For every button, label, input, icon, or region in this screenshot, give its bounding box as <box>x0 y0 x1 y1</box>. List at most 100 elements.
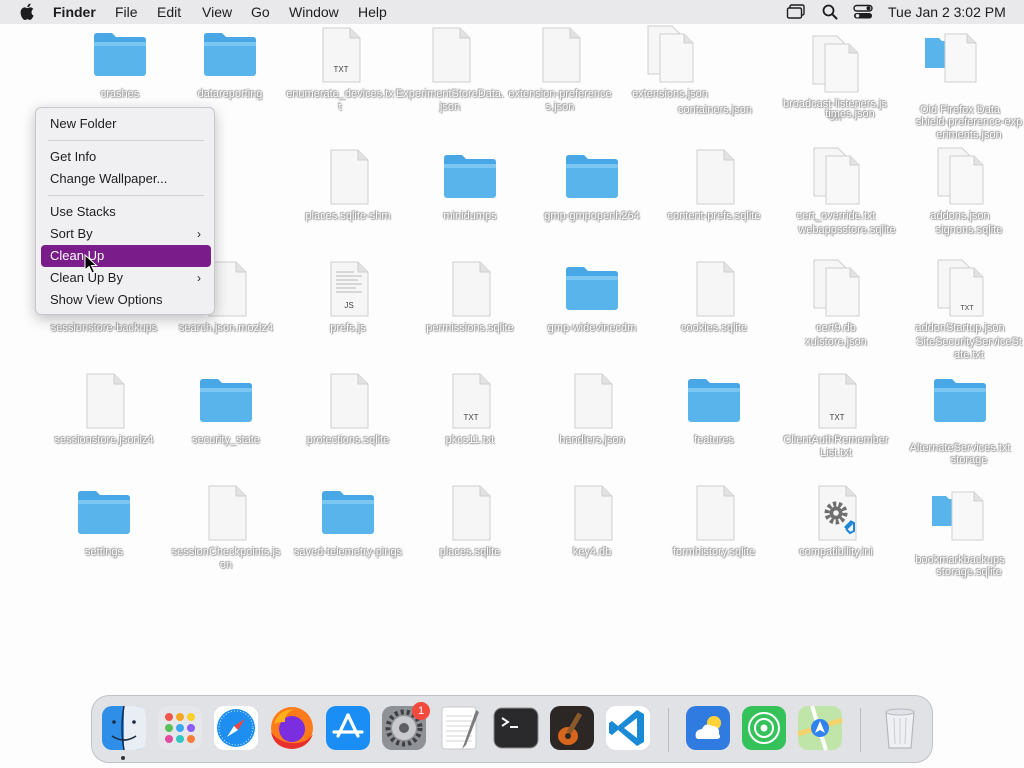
desktop-item-enumerate-devices[interactable]: TXT enumerate_devices.txt <box>285 24 395 118</box>
desktop-item-gmp-gmpopenh264[interactable]: gmp-gmpopenh264 <box>537 146 647 240</box>
item-label: times.json <box>825 108 875 120</box>
garageband-icon[interactable] <box>548 704 596 752</box>
menu-view[interactable]: View <box>202 4 232 20</box>
menu-bar-clock[interactable]: Tue Jan 2 3:02 PM <box>888 4 1006 20</box>
menu-item-get-info[interactable]: Get Info <box>41 146 211 168</box>
document-icon <box>420 24 480 84</box>
desktop-item-minidumps[interactable]: minidumps <box>415 146 525 226</box>
trash-icon[interactable] <box>876 704 924 752</box>
desktop-item-site-security-service-state[interactable]: SiteSecurityServiceState.txt <box>914 272 1024 366</box>
app-store-icon[interactable] <box>324 704 372 752</box>
desktop-item-places-sqlite-shm[interactable]: places.sqlite-shm <box>293 146 403 226</box>
safari-icon[interactable] <box>212 704 260 752</box>
item-label: protections.sqlite <box>306 434 390 446</box>
spotlight-search-icon[interactable] <box>821 3 839 21</box>
finder-icon[interactable] <box>100 704 148 752</box>
menu-item-change-wallpaper[interactable]: Change Wallpaper... <box>41 168 211 190</box>
item-label: containers.json <box>678 104 752 116</box>
desktop-item-key4-db[interactable]: key4.db <box>537 482 647 562</box>
apple-menu-icon[interactable] <box>20 3 34 20</box>
visual-studio-code-icon[interactable] <box>604 704 652 752</box>
desktop-item-handlers[interactable]: handlers.json <box>537 370 647 450</box>
find-my-icon[interactable] <box>740 704 788 752</box>
menu-file[interactable]: File <box>115 4 138 20</box>
menu-finder[interactable]: Finder <box>53 4 96 20</box>
desktop-item-formhistory[interactable]: formhistory.sqlite <box>659 482 769 562</box>
desktop-item-content-prefs[interactable]: content-prefs.sqlite <box>659 146 769 240</box>
menu-item-clean-up[interactable]: Clean Up <box>41 245 211 267</box>
menu-item-label: Get Info <box>50 149 97 164</box>
menu-item-clean-up-by[interactable]: Clean Up By › <box>41 267 211 289</box>
desktop-item-datareporting[interactable]: datareporting <box>175 24 285 104</box>
desktop-item-client-auth-remember-list[interactable]: TXT ClientAuthRememberList.txt <box>781 370 891 464</box>
control-center-icon[interactable] <box>853 3 873 21</box>
desktop-item-shield-preference-experiments[interactable]: shield-preference-experiments.json <box>914 52 1024 146</box>
screen-mirroring-icon[interactable] <box>786 3 806 21</box>
item-label: places.sqlite <box>439 546 501 558</box>
document-icon <box>562 482 622 542</box>
menu-go[interactable]: Go <box>251 4 270 20</box>
document-icon <box>562 370 622 430</box>
desktop-item-prefs-js[interactable]: JS prefs.js <box>293 258 403 338</box>
menu-window[interactable]: Window <box>289 4 339 20</box>
item-label: content-prefs.sqlite <box>667 210 761 222</box>
document-icon <box>196 482 256 542</box>
desktop-item-xulstore[interactable]: xulstore.json <box>781 272 891 352</box>
desktop-item-settings[interactable]: settings <box>49 482 159 562</box>
menu-item-use-stacks[interactable]: Use Stacks <box>41 201 211 223</box>
desktop-item-webappsstore[interactable]: webappsstore.sqlite <box>792 160 902 254</box>
mouse-pointer-icon <box>84 254 98 274</box>
menu-item-show-view-options[interactable]: Show View Options <box>41 289 211 311</box>
settings-file-icon <box>806 482 866 542</box>
desktop-item-extension-preferences[interactable]: extension-preferences.json <box>505 24 615 118</box>
menu-edit[interactable]: Edit <box>157 4 181 20</box>
desktop-item-experiment-store[interactable]: ExperimentStoreData.json <box>395 24 505 118</box>
desktop-item-storage-sqlite[interactable]: storage.sqlite <box>914 502 1024 582</box>
item-label: gmp-widevinecdm <box>547 322 637 334</box>
menu-item-label: Show View Options <box>50 292 163 307</box>
weather-icon[interactable] <box>684 704 732 752</box>
maps-icon[interactable] <box>796 704 844 752</box>
svg-text:TXT: TXT <box>463 413 478 422</box>
menu-item-new-folder[interactable]: New Folder <box>41 113 211 135</box>
menu-separator <box>48 195 204 196</box>
item-label: SiteSecurityServiceState.txt <box>916 336 1022 361</box>
firefox-icon[interactable] <box>268 704 316 752</box>
desktop-item-signons[interactable]: signons.sqlite <box>914 160 1024 240</box>
item-label: saved-telemetry-pings <box>293 546 403 558</box>
desktop-item-compatibility-ini[interactable]: compatibility.ini <box>781 482 891 562</box>
desktop-item-features[interactable]: features <box>659 370 769 450</box>
desktop-item-protections[interactable]: protections.sqlite <box>293 370 403 450</box>
item-label: signons.sqlite <box>935 224 1003 236</box>
item-label: cookies.sqlite <box>680 322 748 334</box>
desktop-item-times-json[interactable]: times.json <box>795 44 905 124</box>
text-file-icon: TXT <box>310 24 370 84</box>
item-label: crashes <box>100 88 140 100</box>
launchpad-icon[interactable] <box>156 704 204 752</box>
desktop-item-permissions[interactable]: permissions.sqlite <box>415 258 525 338</box>
desktop-item-session-checkpoints[interactable]: sessionCheckpoints.json <box>171 482 281 576</box>
menu-item-sort-by[interactable]: Sort By › <box>41 223 211 245</box>
document-icon <box>684 258 744 318</box>
desktop-item-pkcs11[interactable]: TXT pkcs11.txt <box>415 370 525 450</box>
folder-icon <box>90 24 150 84</box>
menu-help[interactable]: Help <box>358 4 387 20</box>
item-label: shield-preference-experiments.json <box>915 116 1023 141</box>
desktop-item-gmp-widevinecdm[interactable]: gmp-widevinecdm <box>537 258 647 338</box>
desktop-item-sessionstore-jsonlz4[interactable]: sessionstore.jsonlz4 <box>49 370 159 464</box>
document-icon <box>318 370 378 430</box>
notification-badge: 1 <box>412 702 430 720</box>
menu-item-label: Use Stacks <box>50 204 116 219</box>
desktop-item-crashes[interactable]: crashes <box>65 24 175 104</box>
textedit-icon[interactable] <box>436 704 484 752</box>
desktop-item-containers[interactable]: containers.json <box>660 40 770 120</box>
desktop-item-saved-telemetry-pings[interactable]: saved-telemetry-pings <box>293 482 403 576</box>
item-label: ClientAuthRememberList.txt <box>783 434 889 459</box>
desktop-item-cookies[interactable]: cookies.sqlite <box>659 258 769 338</box>
item-label: compatibility.ini <box>799 546 873 558</box>
desktop-item-storage[interactable]: storage <box>914 390 1024 470</box>
terminal-icon[interactable] <box>492 704 540 752</box>
desktop-item-security-state[interactable]: security_state <box>171 370 281 450</box>
document-icon <box>684 482 744 542</box>
desktop-item-places-sqlite[interactable]: places.sqlite <box>415 482 525 562</box>
